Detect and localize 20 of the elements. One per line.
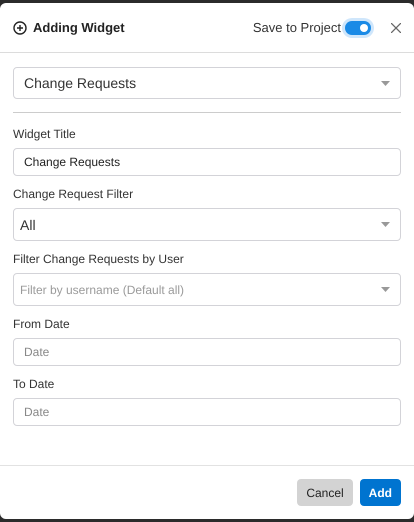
dialog-title: Adding Widget: [33, 20, 125, 35]
caret-icon: [381, 222, 390, 227]
close-icon[interactable]: [391, 22, 401, 32]
dropdown[interactable]: All: [13, 208, 401, 241]
add-button[interactable]: Add: [360, 479, 401, 506]
plus-circle-icon: [13, 20, 27, 34]
input-field[interactable]: Date: [13, 338, 401, 366]
input-field[interactable]: Date: [13, 398, 401, 426]
input-field[interactable]: Change Requests: [13, 148, 401, 176]
field-label: Change Request Filter: [13, 187, 134, 201]
caret-icon: [381, 80, 390, 86]
save-to-project-label: Save to Project: [252, 20, 341, 35]
caret-icon: [381, 287, 390, 292]
field-label: Filter Change Requests by User: [13, 252, 185, 266]
toggle-switch[interactable]: [345, 20, 371, 34]
field-label: Widget Title: [13, 127, 77, 141]
cancel-button[interactable]: Cancel: [297, 479, 353, 506]
field-label: To Date: [13, 377, 56, 391]
widget-type-dropdown[interactable]: Change Requests: [13, 67, 401, 99]
field-label: From Date: [13, 317, 71, 331]
